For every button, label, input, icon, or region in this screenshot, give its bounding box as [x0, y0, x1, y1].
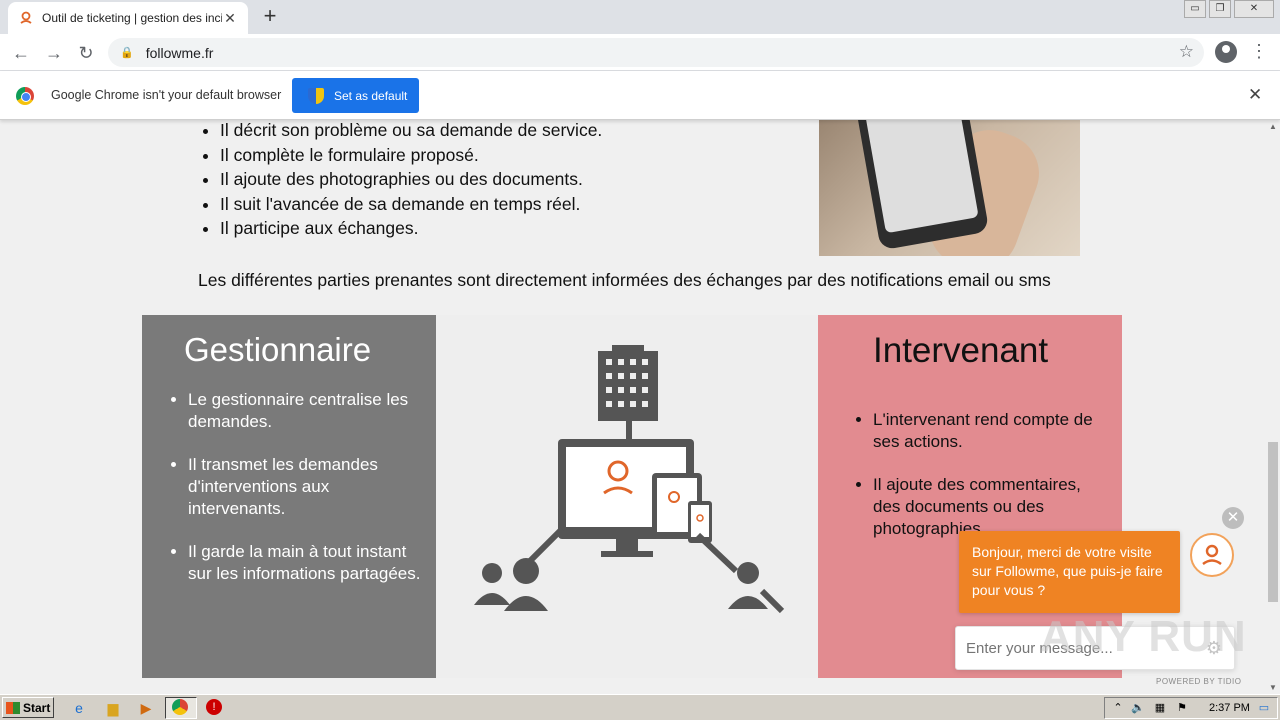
list-item: Le gestionnaire centralise les demandes. [188, 389, 428, 433]
set-as-default-label: Set as default [334, 88, 408, 103]
tray-expand-icon[interactable]: ⌃ [1109, 699, 1127, 717]
forward-arrow-icon[interactable]: → [41, 40, 67, 66]
new-tab-button[interactable]: + [258, 4, 282, 28]
internet-explorer-icon[interactable]: e [70, 699, 88, 717]
chat-avatar-icon[interactable] [1190, 533, 1234, 577]
watermark-logo: ANY RUN [1040, 612, 1247, 661]
address-bar[interactable]: 🔒 followme.fr ☆ [108, 38, 1204, 67]
flag-icon[interactable]: ⚑ [1173, 699, 1191, 717]
list-item: Il complète le formulaire proposé. [220, 143, 602, 168]
window-close-button[interactable]: ✕ [1234, 0, 1274, 18]
scroll-down-arrow-icon[interactable]: ▼ [1269, 683, 1277, 692]
set-as-default-button[interactable]: Set as default [292, 78, 419, 113]
lock-icon: 🔒 [120, 47, 134, 59]
gestionnaire-panel: Gestionnaire Le gestionnaire centralise … [142, 315, 436, 678]
network-diagram-icon [474, 345, 785, 614]
followme-favicon-icon [18, 10, 34, 26]
tab-strip: Outil de ticketing | gestion des inciden… [0, 0, 1280, 34]
clock[interactable]: 2:37 PM [1209, 702, 1250, 714]
show-desktop-icon[interactable]: ▭ [1255, 699, 1273, 717]
bookmark-star-icon[interactable]: ☆ [1179, 42, 1194, 62]
list-item: L'intervenant rend compte de ses actions… [873, 409, 1108, 453]
gestionnaire-title: Gestionnaire [184, 331, 372, 368]
page-scrollbar[interactable]: ▲ ▼ [1266, 120, 1280, 694]
reload-icon[interactable]: ↻ [73, 40, 99, 66]
browser-toolbar: ← → ↻ 🔒 followme.fr ☆ [0, 34, 1280, 71]
stop-icon[interactable]: ! [206, 699, 222, 715]
start-button[interactable]: Start [2, 697, 54, 718]
chrome-menu-icon[interactable]: ⋮ [1250, 40, 1268, 62]
user-features-list: Il décrit son problème ou sa demande de … [200, 120, 602, 241]
tab-title: Outil de ticketing | gestion des inciden… [42, 11, 222, 25]
list-item: Il suit l'avancée de sa demande en temps… [220, 192, 602, 217]
powered-by-label: POWERED BY TIDIO [1156, 677, 1242, 686]
browser-tab[interactable]: Outil de ticketing | gestion des inciden… [8, 2, 248, 34]
default-browser-infobar: Google Chrome isn't your default browser… [0, 71, 1280, 120]
scroll-up-arrow-icon[interactable]: ▲ [1269, 122, 1277, 131]
start-label: Start [23, 700, 51, 715]
chrome-logo-icon [16, 87, 34, 105]
list-item: Il garde la main à tout instant sur les … [188, 541, 428, 585]
list-item: Il décrit son problème ou sa demande de … [220, 120, 602, 143]
infobar-close-icon[interactable]: ✕ [1248, 85, 1262, 105]
back-arrow-icon[interactable]: ← [8, 40, 34, 66]
url-text: followme.fr [145, 44, 214, 61]
profile-avatar-icon[interactable] [1215, 41, 1237, 63]
chat-greeting-bubble[interactable]: Bonjour, merci de votre visite sur Follo… [959, 531, 1180, 613]
tab-close-icon[interactable]: ✕ [222, 10, 238, 27]
chrome-taskbar-button[interactable] [165, 697, 197, 719]
phone-in-hand-image [819, 120, 1080, 256]
workflow-illustration [436, 315, 818, 678]
taskbar: Start e ▆ ▶ ! ⌃ 🔈 ▦ ⚑ 2:37 PM ▭ [0, 694, 1280, 720]
gestionnaire-list: Le gestionnaire centralise les demandes.… [188, 389, 428, 606]
list-item: Il ajoute des photographies ou des docum… [220, 167, 602, 192]
system-tray: ⌃ 🔈 ▦ ⚑ 2:37 PM ▭ [1104, 697, 1278, 719]
list-item: Il participe aux échanges. [220, 216, 602, 241]
volume-icon[interactable]: 🔈 [1129, 699, 1147, 717]
scrollbar-thumb[interactable] [1268, 442, 1278, 602]
media-player-icon[interactable]: ▶ [137, 699, 155, 717]
notification-text: Les différentes parties prenantes sont d… [198, 270, 1051, 290]
uac-shield-icon [308, 87, 324, 104]
list-item: Il transmet les demandes d'interventions… [188, 454, 428, 520]
chrome-icon [172, 699, 188, 715]
intervenant-title: Intervenant [873, 331, 1049, 370]
folder-icon[interactable]: ▆ [104, 699, 122, 717]
network-icon[interactable]: ▦ [1151, 699, 1169, 717]
minimize-button[interactable]: ▭ [1184, 0, 1206, 18]
chat-close-button[interactable]: ✕ [1222, 507, 1244, 529]
restore-button[interactable]: ❐ [1209, 0, 1231, 18]
windows-logo-icon [6, 701, 20, 714]
infobar-message: Google Chrome isn't your default browser [51, 88, 282, 102]
